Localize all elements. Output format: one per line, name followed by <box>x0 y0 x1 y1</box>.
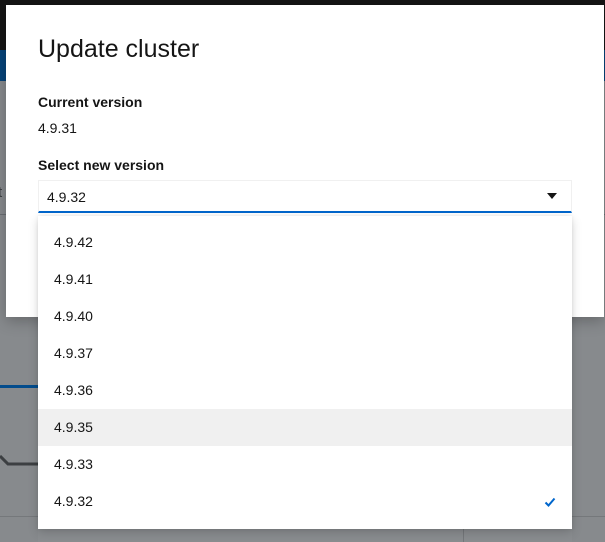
selected-version-value: 4.9.32 <box>47 189 86 205</box>
modal-title: Update cluster <box>38 35 200 63</box>
background-chart-line <box>0 385 38 388</box>
version-option[interactable]: 4.9.33 <box>38 446 572 483</box>
current-version-label: Current version <box>38 94 143 110</box>
version-option-label: 4.9.36 <box>54 382 93 398</box>
background-text-fragment: t <box>0 184 3 201</box>
version-select-toggle[interactable]: 4.9.32 <box>38 180 572 213</box>
version-option-label: 4.9.33 <box>54 456 93 472</box>
version-option-label: 4.9.32 <box>54 493 93 509</box>
version-dropdown-menu: 4.9.42 4.9.41 4.9.40 4.9.37 4.9.36 4.9.35 4.9.… <box>38 216 572 529</box>
check-icon <box>544 497 556 507</box>
version-option[interactable]: 4.9.40 <box>38 298 572 335</box>
version-option[interactable]: 4.9.35 <box>38 409 572 446</box>
caret-down-icon[interactable] <box>547 193 557 199</box>
version-option[interactable]: 4.9.42 <box>38 224 572 261</box>
version-option[interactable]: 4.9.32 <box>38 483 572 520</box>
background-chart-line-dark <box>0 455 38 466</box>
version-option[interactable]: 4.9.41 <box>38 261 572 298</box>
version-option-label: 4.9.37 <box>54 345 93 361</box>
version-option-label: 4.9.41 <box>54 271 93 287</box>
select-version-label: Select new version <box>38 157 165 173</box>
version-option-label: 4.9.40 <box>54 308 93 324</box>
version-option[interactable]: 4.9.36 <box>38 372 572 409</box>
version-option[interactable]: 4.9.37 <box>38 335 572 372</box>
current-version-value: 4.9.31 <box>38 120 77 136</box>
version-option-label: 4.9.42 <box>54 234 93 250</box>
version-option-label: 4.9.35 <box>54 419 93 435</box>
